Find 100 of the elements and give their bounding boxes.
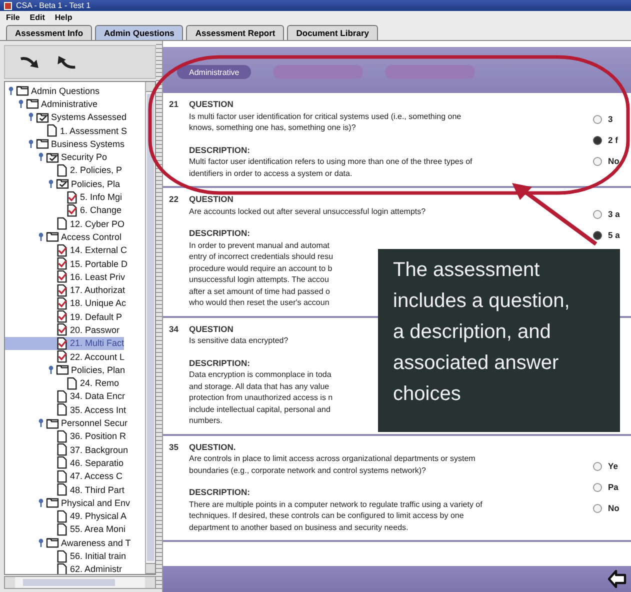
tree-item[interactable]: 37. Backgroun [5,443,128,456]
question-text: Is sensitive data encrypted? [189,335,288,346]
radio-button[interactable] [593,504,602,513]
tree-item[interactable]: 5. Info Mgi [5,190,122,204]
callout-text: The assessment includes a question, a description, and associated answer choices [378,249,620,432]
tree-item[interactable]: 34. Data Encr [5,390,126,404]
tree-item[interactable]: Policies, Plan [5,363,126,377]
tree-item[interactable]: Security Po [5,150,108,164]
question-text: Are controls in place to limit access across organizational departments or system [189,453,476,464]
tree-item[interactable]: 22. Account L [5,350,125,364]
description-label: DESCRIPTION: [189,144,250,156]
tree-item[interactable]: 35. Access Int [5,403,126,416]
tree-item[interactable]: 12. Cyber PO [5,216,125,230]
tree-item[interactable]: 48. Third Part [5,482,124,496]
description-text: and storage. All data that has any value [189,380,330,392]
description-text: numbers. [189,415,222,426]
radio-button[interactable] [593,230,602,240]
tab[interactable]: Admin Questions [95,25,184,40]
question-number: 22 [169,194,180,206]
menu-item[interactable]: Help [54,13,72,22]
tree-item[interactable]: 2. Policies, P [5,164,122,178]
radio-button[interactable] [593,156,602,166]
tree-item[interactable]: 21. Multi Fact [5,336,124,350]
tree-item[interactable]: 14. External C [5,244,128,257]
tree-item[interactable]: Systems Assessed [5,110,127,124]
window-title: CSA - Beta 1 - Test 1 [16,1,91,10]
description-text: unsuccessful login attempts. The accou [189,274,329,286]
tree-item[interactable]: 62. Administr [5,562,122,574]
description-text: protection from unauthorized access is n [189,392,333,404]
tree-item[interactable]: 36. Position R [5,430,126,444]
tab[interactable]: Administrative [177,65,252,79]
description-text: procedure would require an account to b [189,262,332,274]
question-number: 21 [169,99,180,111]
radio-button[interactable] [593,462,602,471]
tree-item[interactable]: 47. Access C [5,470,123,483]
horizontal-scrollbar[interactable] [4,576,156,589]
tree-item[interactable]: 55. Area Moni [5,522,126,536]
tree-item[interactable]: 17. Authorizat [5,283,126,297]
description-text: identifiers in order to access a system or data. [189,168,352,179]
radio-button[interactable] [593,114,602,124]
description-text: department to another based on business and security needs. [189,522,408,533]
tree-item[interactable]: 49. Physical A [5,510,127,523]
description-text: There are multiple points in a computer network to regulate traffic using a variety of [189,498,482,510]
description-label: DESCRIPTION: [189,228,250,240]
answer-option[interactable]: Ye [593,461,618,472]
description-label: DESCRIPTION: [189,358,250,369]
answer-option[interactable]: 2 f [593,135,618,145]
description-text: In order to prevent manual and automat [189,240,330,251]
tab[interactable]: Assessment Info [6,25,92,40]
tree-item[interactable]: 56. Initial train [5,549,126,563]
tab[interactable]: Document Library [287,25,378,40]
description-text: Multi factor user identification refers to using more than one of the three types of [189,156,472,168]
vertical-scrollbar[interactable] [145,82,155,574]
tree-item[interactable]: 19. Default P [5,310,122,324]
app-icon [4,2,12,10]
tree-item[interactable]: Awareness and T [5,536,131,550]
question-text: boundaries (e.g., corporate network and control systems network)? [189,464,426,476]
tree-item[interactable]: 1. Assessment S [5,124,128,138]
answer-option[interactable]: 3 [593,114,613,124]
description-text: Data encryption is commonplace in toda [189,369,332,380]
radio-button[interactable] [593,210,602,218]
question-number: 35 [169,442,180,454]
question-text: Is multi factor user identification for critical systems used (i.e., something one [189,110,462,122]
answer-option[interactable]: Pa [593,482,618,492]
answer-option[interactable]: No [593,156,620,166]
description-label: DESCRIPTION: [189,487,250,498]
tree-item[interactable]: Personnel Secur [5,416,128,430]
question-label: QUESTION [189,99,234,110]
tree-item[interactable]: Admin Questions [5,84,100,98]
tree-item[interactable]: Physical and Env [5,496,130,510]
radio-button[interactable] [593,136,602,144]
back-arrow-icon[interactable] [607,569,627,589]
tree-item[interactable]: Policies, Pla [5,177,120,190]
splitter[interactable] [156,41,162,592]
tree-item[interactable]: 18. Unique Ac [5,296,126,310]
tree-item[interactable]: 6. Change [5,204,122,217]
tree-item[interactable]: 20. Passwor [5,323,120,337]
tree-item[interactable]: 24. Remo [5,376,120,390]
description-text: who would then reset the user's accoun [189,297,330,308]
tab[interactable]: Assessment Report [186,25,284,40]
answer-option[interactable]: 5 a [593,230,620,240]
question-text: Are accounts locked out after several unsuccessful login attempts? [189,206,426,217]
description-text: include intellectual capital, personal and [189,404,330,415]
tree-item[interactable]: Administrative [5,97,98,111]
answer-option[interactable]: 3 a [593,209,620,219]
question-number: 34 [169,324,180,336]
tree-item[interactable]: 16. Least Priv [5,270,126,284]
answer-option[interactable]: No [593,503,620,514]
menu-item[interactable]: Edit [30,13,45,22]
radio-button[interactable] [593,482,602,492]
menu-item[interactable]: File [6,13,20,22]
description-text: entry of incorrect credentials should resu [189,251,334,262]
question-text: knows, something one has, something one is)? [189,122,356,134]
tree-item[interactable]: 15. Portable D [5,256,128,270]
tree-item[interactable]: Access Control [5,230,122,244]
question-label: QUESTION. [189,442,236,453]
question-label: QUESTION [189,324,234,335]
description-text: after a set amount of time had passed o [189,286,330,297]
tree-item[interactable]: 46. Separatio [5,456,124,470]
tree-item[interactable]: Business Systems [5,137,125,150]
